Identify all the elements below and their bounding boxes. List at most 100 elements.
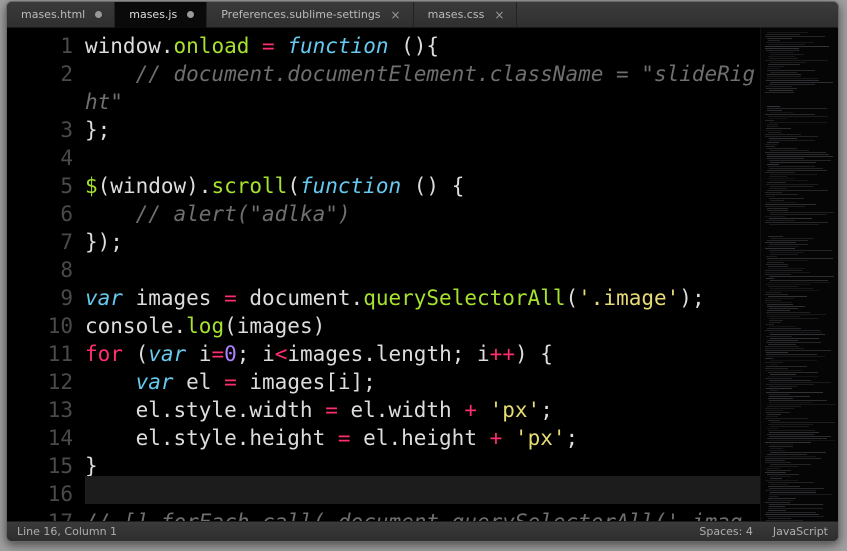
minimap-stroke [770, 288, 813, 289]
minimap-stroke [768, 518, 791, 519]
minimap-stroke [769, 332, 822, 333]
minimap-stroke [765, 222, 828, 223]
code-line: el.style.height = el.height + 'px'; [85, 424, 760, 452]
minimap-stroke [767, 474, 799, 475]
minimap-stroke [765, 270, 802, 271]
minimap-stroke [765, 204, 816, 205]
minimap-stroke [769, 318, 818, 319]
minimap-stroke [770, 186, 813, 187]
minimap-stroke [768, 66, 784, 67]
minimap-stroke [768, 486, 800, 487]
minimap-stroke [767, 32, 808, 33]
line-number: 7 [7, 228, 73, 256]
minimap-stroke [770, 338, 819, 339]
minimap-stroke [769, 446, 793, 447]
code-area[interactable]: window.onload = function (){ // document… [85, 28, 760, 521]
minimap-stroke [769, 218, 812, 219]
minimap-stroke [765, 502, 790, 503]
minimap-stroke [765, 456, 816, 457]
minimap-stroke [770, 54, 804, 55]
line-number: 12 [7, 368, 73, 396]
minimap-stroke [765, 458, 821, 459]
code-line: el.style.width = el.width + 'px'; [85, 396, 760, 424]
minimap-stroke [768, 498, 796, 499]
minimap-stroke [767, 74, 801, 75]
status-language[interactable]: JavaScript [773, 525, 828, 538]
minimap-stroke [766, 88, 797, 89]
minimap-stroke [770, 200, 784, 201]
code-line: console.log(images) [85, 312, 760, 340]
line-number: 6 [7, 200, 73, 228]
minimap-stroke [765, 302, 792, 303]
minimap-stroke [768, 266, 788, 267]
status-cursor-position[interactable]: Line 16, Column 1 [17, 525, 117, 538]
minimap-stroke [767, 414, 781, 415]
minimap-stroke [765, 192, 782, 193]
minimap-stroke [765, 274, 791, 275]
tab-mases-js[interactable]: mases.js [115, 2, 207, 28]
minimap-stroke [767, 38, 792, 39]
minimap-stroke [766, 384, 814, 385]
minimap-stroke [767, 304, 793, 305]
minimap-stroke [765, 152, 826, 153]
minimap-stroke [765, 120, 774, 121]
minimap-stroke [765, 36, 825, 37]
minimap-stroke [770, 334, 825, 335]
minimap-stroke [766, 324, 774, 325]
tab-preferences-sublime-settings[interactable]: Preferences.sublime-settings× [207, 2, 413, 27]
minimap-stroke [767, 158, 804, 159]
minimap-stroke [769, 466, 798, 467]
minimap-stroke [769, 84, 815, 85]
minimap[interactable] [760, 28, 838, 521]
tab-mases-html[interactable]: mases.html [7, 2, 115, 27]
minimap-stroke [767, 434, 814, 435]
minimap-stroke [765, 134, 801, 135]
close-icon[interactable]: × [391, 8, 401, 22]
minimap-stroke [766, 278, 774, 279]
minimap-stroke [769, 380, 811, 381]
minimap-stroke [766, 366, 807, 367]
minimap-stroke [770, 238, 814, 239]
line-number: 11 [7, 340, 73, 368]
minimap-stroke [765, 242, 796, 243]
minimap-stroke [769, 326, 796, 327]
minimap-stroke [768, 236, 783, 237]
code-line: }; [85, 116, 760, 144]
minimap-stroke [770, 374, 796, 375]
minimap-stroke [768, 424, 813, 425]
minimap-stroke [770, 150, 809, 151]
minimap-stroke [770, 422, 835, 423]
minimap-stroke [767, 208, 788, 209]
close-icon[interactable]: × [494, 8, 504, 22]
line-number: 14 [7, 424, 73, 452]
minimap-stroke [767, 164, 779, 165]
minimap-stroke [767, 154, 829, 155]
minimap-stroke [769, 322, 781, 323]
tab-mases-css[interactable]: mases.css× [414, 2, 518, 27]
minimap-stroke [770, 452, 826, 453]
minimap-stroke [765, 514, 819, 515]
minimap-stroke [768, 420, 780, 421]
status-bar: Line 16, Column 1 Spaces: 4 JavaScript [7, 521, 838, 541]
minimap-stroke [768, 430, 815, 431]
minimap-stroke [766, 512, 816, 513]
minimap-stroke [767, 240, 808, 241]
minimap-stroke [767, 210, 788, 211]
minimap-stroke [769, 494, 832, 495]
status-indentation[interactable]: Spaces: 4 [699, 525, 752, 538]
minimap-stroke [769, 244, 808, 245]
editor-window: mases.htmlmases.jsPreferences.sublime-se… [6, 1, 839, 542]
minimap-stroke [769, 176, 787, 177]
minimap-stroke [768, 482, 814, 483]
minimap-stroke [770, 448, 783, 449]
minimap-stroke [769, 224, 819, 225]
dirty-indicator-icon [95, 11, 102, 18]
minimap-stroke [769, 488, 824, 489]
minimap-stroke [769, 160, 831, 161]
minimap-stroke [768, 500, 793, 501]
minimap-stroke [767, 106, 780, 107]
minimap-stroke [766, 312, 810, 313]
minimap-stroke [770, 280, 828, 281]
minimap-stroke [765, 130, 782, 131]
minimap-stroke [767, 142, 779, 143]
